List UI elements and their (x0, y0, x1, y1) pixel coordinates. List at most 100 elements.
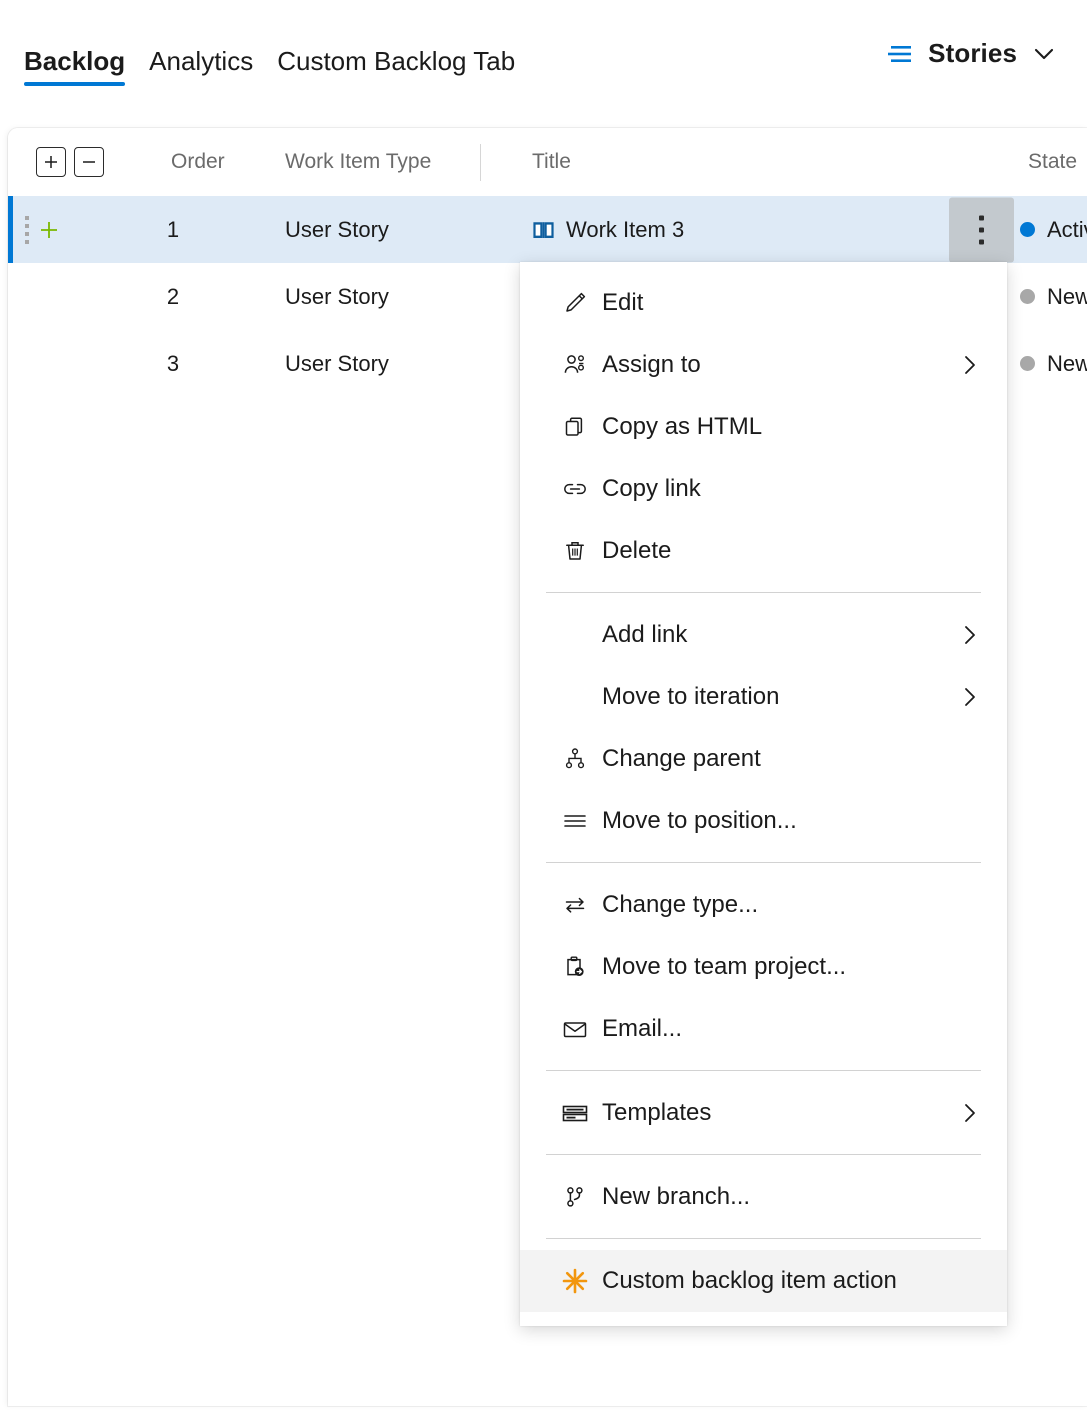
templates-icon (548, 1100, 602, 1126)
branch-icon (548, 1184, 602, 1210)
column-header-work-item-type[interactable]: Work Item Type (285, 150, 431, 174)
menu-item-copy-link[interactable]: Copy link (520, 458, 1007, 520)
cell-state: New (1020, 284, 1087, 310)
cell-work-item-type: User Story (285, 351, 389, 377)
menu-item-add-link[interactable]: Add link (520, 604, 1007, 666)
collapse-all-button[interactable] (74, 147, 104, 177)
menu-item-email[interactable]: Email... (520, 998, 1007, 1060)
minus-icon (81, 154, 97, 170)
menu-item-edit[interactable]: Edit (520, 272, 1007, 334)
menu-item-label: Copy link (602, 475, 701, 503)
drag-handle-icon[interactable] (25, 216, 29, 244)
status-badge: Active (1047, 217, 1087, 243)
column-header-order[interactable]: Order (171, 150, 225, 174)
copy-icon (548, 414, 602, 440)
menu-item-label: Templates (602, 1099, 711, 1127)
user-story-book-icon (532, 219, 555, 241)
hierarchy-icon (548, 746, 602, 772)
tab-custom-backlog-tab[interactable]: Custom Backlog Tab (265, 48, 527, 104)
menu-item-label: Delete (602, 537, 671, 565)
status-badge: New (1047, 284, 1087, 310)
people-icon (548, 352, 602, 378)
chevron-right-icon (959, 686, 981, 708)
menu-item-label: Custom backlog item action (602, 1267, 897, 1295)
cell-state: New (1020, 351, 1087, 377)
tab-custom-backlog-label: Custom Backlog Tab (277, 46, 515, 76)
menu-separator (546, 862, 981, 863)
chevron-right-icon (959, 624, 981, 646)
swap-arrows-icon (548, 892, 602, 918)
menu-separator (546, 1154, 981, 1155)
menu-item-label: Move to iteration (602, 683, 779, 711)
tab-analytics[interactable]: Analytics (137, 48, 265, 104)
menu-item-label: Edit (602, 289, 643, 317)
tab-list: Backlog Analytics Custom Backlog Tab (0, 0, 527, 104)
menu-item-label: Change type... (602, 891, 758, 919)
mail-icon (548, 1016, 602, 1042)
menu-item-templates[interactable]: Templates (520, 1082, 1007, 1144)
menu-item-move-to-team-project[interactable]: Move to team project... (520, 936, 1007, 998)
clipboard-move-icon (548, 954, 602, 980)
cell-work-item-type: User Story (285, 217, 389, 243)
cell-state: Active (1020, 217, 1087, 243)
menu-item-label: Copy as HTML (602, 413, 762, 441)
status-dot (1020, 356, 1035, 371)
menu-item-label: Add link (602, 621, 687, 649)
menu-item-label: Change parent (602, 745, 761, 773)
backlog-level-picker[interactable]: Stories (888, 38, 1057, 69)
chevron-right-icon (959, 354, 981, 376)
menu-item-new-branch[interactable]: New branch... (520, 1166, 1007, 1228)
column-header-title[interactable]: Title (532, 150, 571, 174)
chevron-right-icon (959, 1102, 981, 1124)
tab-analytics-label: Analytics (149, 46, 253, 76)
menu-separator (546, 1238, 981, 1239)
row-context-menu-button[interactable] (949, 197, 1014, 262)
menu-item-custom-backlog-item-action[interactable]: Custom backlog item action (520, 1250, 1007, 1312)
cell-order: 1 (138, 217, 208, 243)
menu-separator (546, 592, 981, 593)
tab-backlog[interactable]: Backlog (12, 48, 137, 104)
column-header-state[interactable]: State (1028, 150, 1077, 174)
add-child-plus-icon[interactable] (40, 221, 58, 239)
chevron-down-icon (1031, 41, 1057, 67)
menu-item-label: Move to position... (602, 807, 797, 835)
cell-order: 3 (138, 351, 208, 377)
trash-icon (548, 538, 602, 564)
menu-item-delete[interactable]: Delete (520, 520, 1007, 582)
status-dot (1020, 222, 1035, 237)
cell-title-text: Work Item 3 (566, 217, 684, 243)
expand-all-button[interactable] (36, 147, 66, 177)
menu-item-move-to-iteration[interactable]: Move to iteration (520, 666, 1007, 728)
menu-item-label: Move to team project... (602, 953, 846, 981)
backlog-levels-icon (888, 43, 914, 65)
status-badge: New (1047, 351, 1087, 377)
backlog-page: Backlog Analytics Custom Backlog Tab Sto… (0, 0, 1087, 1410)
tab-backlog-label: Backlog (24, 46, 125, 76)
column-divider[interactable] (480, 144, 481, 181)
menu-item-copy-as-html[interactable]: Copy as HTML (520, 396, 1007, 458)
orange-asterisk-icon (548, 1266, 602, 1296)
menu-item-move-to-position[interactable]: Move to position... (520, 790, 1007, 852)
menu-item-change-type[interactable]: Change type... (520, 874, 1007, 936)
cell-title[interactable]: Work Item 3 (532, 217, 684, 243)
pencil-icon (548, 290, 602, 316)
menu-item-label: Email... (602, 1015, 682, 1043)
plus-icon (43, 154, 59, 170)
top-tab-bar: Backlog Analytics Custom Backlog Tab Sto… (0, 0, 1087, 104)
list-lines-icon (548, 808, 602, 834)
table-row[interactable]: 1 User Story Work Item 3 (8, 196, 1087, 263)
menu-item-change-parent[interactable]: Change parent (520, 728, 1007, 790)
menu-item-assign-to[interactable]: Assign to (520, 334, 1007, 396)
more-actions-icon (979, 212, 984, 248)
backlog-level-label: Stories (928, 38, 1017, 69)
link-icon (548, 476, 602, 502)
status-dot (1020, 289, 1035, 304)
grid-header-buttons (36, 147, 104, 177)
row-context-menu: Edit Assign to (520, 262, 1007, 1326)
menu-item-label: Assign to (602, 351, 701, 379)
grid-header-row: Order Work Item Type Title State (8, 128, 1087, 196)
menu-separator (546, 1070, 981, 1071)
cell-order: 2 (138, 284, 208, 310)
cell-work-item-type: User Story (285, 284, 389, 310)
menu-item-label: New branch... (602, 1183, 750, 1211)
